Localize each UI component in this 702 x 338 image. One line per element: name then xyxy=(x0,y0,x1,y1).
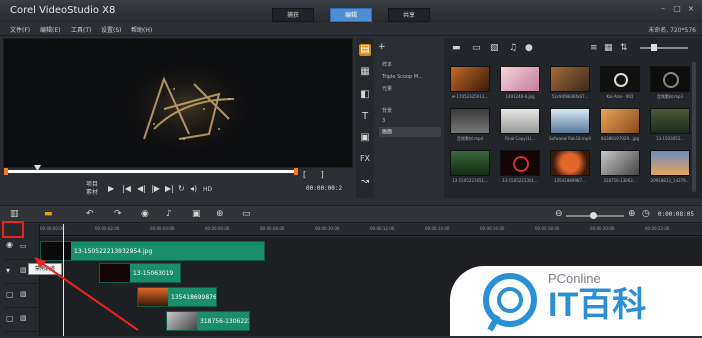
watermark-brand-big: IT百科 xyxy=(548,286,647,324)
watermark-badge: PConline IT百科 xyxy=(450,266,702,336)
watermark-brand-small: PConline xyxy=(548,271,601,286)
